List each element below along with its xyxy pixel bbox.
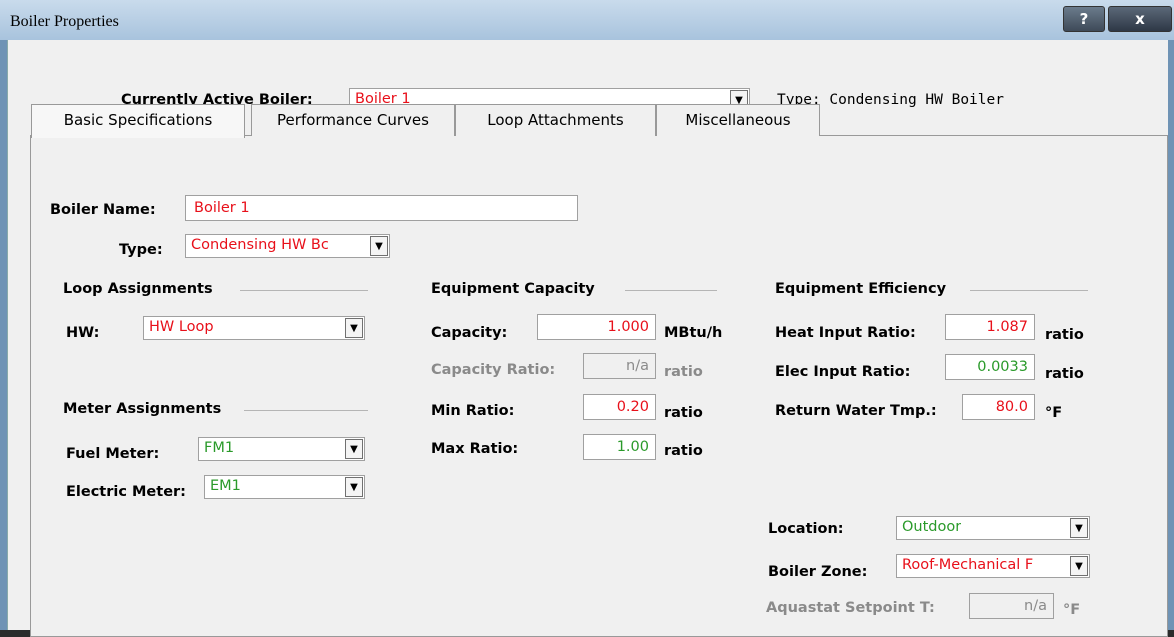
hw-loop-value: HW Loop [149,319,214,335]
elec-input-ratio-unit: ratio [1045,366,1084,382]
boiler-zone-select[interactable]: Roof-Mechanical F ▼ [896,554,1090,578]
location-select[interactable]: Outdoor ▼ [896,516,1090,540]
boiler-name-label: Boiler Name: [50,202,156,218]
elec-input-ratio-input[interactable]: 0.0033 [945,354,1035,380]
group-divider [244,410,368,411]
group-divider [240,290,368,291]
min-ratio-input[interactable]: 0.20 [583,394,656,420]
capacity-ratio-label: Capacity Ratio: [431,362,556,378]
help-button[interactable]: ? [1063,6,1105,32]
return-water-temp-input[interactable]: 80.0 [962,394,1035,420]
chevron-down-icon[interactable]: ▼ [345,477,363,497]
capacity-input[interactable]: 1.000 [537,314,656,340]
chevron-down-icon[interactable]: ▼ [1070,556,1088,576]
boiler-zone-label: Boiler Zone: [768,564,868,580]
heat-input-ratio-input[interactable]: 1.087 [945,314,1035,340]
boiler-name-input[interactable]: Boiler 1 [185,195,578,221]
equipment-efficiency-heading: Equipment Efficiency [775,281,947,297]
return-water-temp-label: Return Water Tmp.: [775,403,937,419]
max-ratio-input[interactable]: 1.00 [583,434,656,460]
type-label: Type: [119,242,163,258]
heat-input-ratio-unit: ratio [1045,327,1084,343]
boiler-zone-value: Roof-Mechanical F [902,557,1034,573]
type-select[interactable]: Condensing HW Bc ▼ [185,234,390,258]
meter-assignments-heading: Meter Assignments [63,401,222,417]
min-ratio-label: Min Ratio: [431,403,515,419]
tab-performance-curves[interactable]: Performance Curves [251,104,455,136]
max-ratio-unit: ratio [664,443,703,459]
heat-input-ratio-label: Heat Input Ratio: [775,325,916,341]
fuel-meter-value: FM1 [204,440,235,456]
elec-input-ratio-label: Elec Input Ratio: [775,364,911,380]
chevron-down-icon[interactable]: ▼ [370,236,388,256]
loop-assignments-heading: Loop Assignments [63,281,213,297]
close-button[interactable]: x [1108,6,1172,32]
tab-basic-specifications[interactable]: Basic Specifications [31,104,245,138]
tab-miscellaneous[interactable]: Miscellaneous [656,104,820,136]
title-bar[interactable]: Boiler Properties ? x [0,0,1174,40]
group-divider [970,290,1088,291]
electric-meter-select[interactable]: EM1 ▼ [204,475,365,499]
max-ratio-label: Max Ratio: [431,441,519,457]
fuel-meter-select[interactable]: FM1 ▼ [198,437,365,461]
capacity-unit: MBtu/h [664,325,723,341]
electric-meter-label: Electric Meter: [66,484,186,500]
boiler-properties-window: Boiler Properties ? x Currently Active B… [0,0,1174,637]
location-label: Location: [768,521,844,537]
chevron-down-icon[interactable]: ▼ [345,318,363,338]
hw-loop-select[interactable]: HW Loop ▼ [143,316,365,340]
chevron-down-icon[interactable]: ▼ [1070,518,1088,538]
return-water-temp-unit: °F [1045,405,1063,421]
tab-loop-attachments[interactable]: Loop Attachments [455,104,656,136]
aquastat-setpoint-label: Aquastat Setpoint T: [766,600,935,616]
aquastat-setpoint-unit: °F [1063,602,1081,618]
location-value: Outdoor [902,519,962,535]
chevron-down-icon[interactable]: ▼ [345,439,363,459]
window-title: Boiler Properties [10,13,119,30]
capacity-ratio-unit: ratio [664,364,703,380]
boiler-name-value: Boiler 1 [194,200,250,216]
fuel-meter-label: Fuel Meter: [66,446,160,462]
type-value: Condensing HW Bc [191,237,329,253]
equipment-capacity-heading: Equipment Capacity [431,281,595,297]
aquastat-setpoint-input: n/a [969,593,1054,619]
group-divider [625,290,717,291]
electric-meter-value: EM1 [210,478,241,494]
capacity-label: Capacity: [431,325,508,341]
min-ratio-unit: ratio [664,405,703,421]
capacity-ratio-input: n/a [583,353,656,379]
hw-label: HW: [66,325,100,341]
